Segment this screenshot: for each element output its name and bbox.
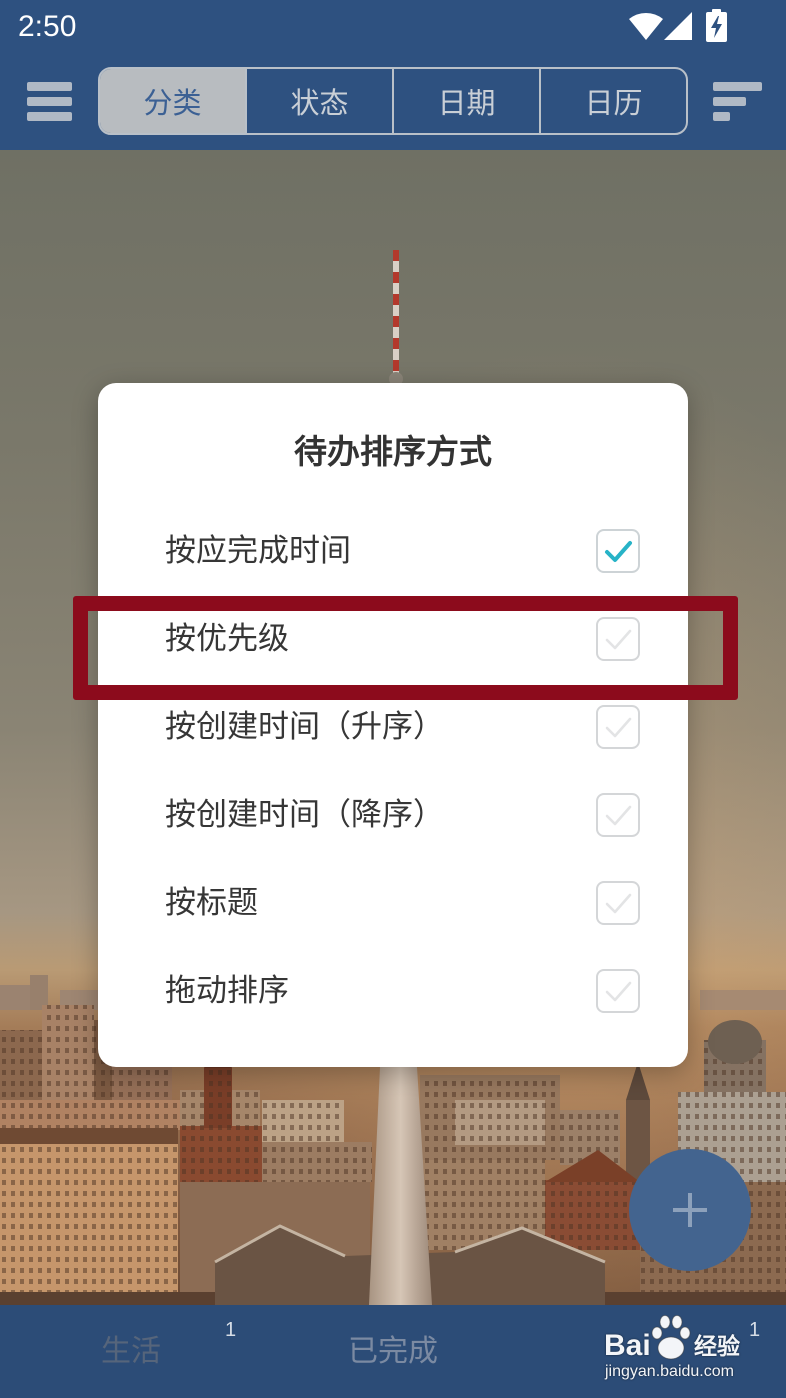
checkmark-icon	[605, 981, 632, 1002]
checkmark-icon	[605, 541, 632, 562]
building-windows	[42, 1005, 94, 1100]
sort-option-due-time[interactable]: 按应完成时间	[98, 507, 688, 595]
tab-status[interactable]: 状态	[245, 69, 392, 133]
sort-option-created-desc[interactable]: 按创建时间（降序）	[98, 771, 688, 859]
building-windows	[262, 1100, 344, 1142]
option-label: 按应完成时间	[165, 533, 351, 569]
watermark-url: jingyan.baidu.com	[605, 1363, 734, 1380]
building	[30, 975, 48, 1010]
bottom-tab-life[interactable]: 生活 1	[0, 1305, 262, 1398]
icon-bar	[27, 82, 72, 91]
paw-icon	[651, 1315, 691, 1360]
tab-label: 已完成	[348, 1334, 438, 1369]
sort-option-drag[interactable]: 拖动排序	[98, 947, 688, 1035]
dialog-title: 待办排序方式	[294, 432, 492, 471]
checkmark-icon	[605, 805, 632, 826]
tab-calendar[interactable]: 日历	[539, 69, 686, 133]
battery-charging-icon	[706, 9, 727, 42]
cell-signal-icon	[664, 12, 692, 40]
building-windows	[204, 1068, 232, 1128]
tab-date[interactable]: 日期	[392, 69, 539, 133]
tab-label: 生活	[101, 1334, 161, 1369]
tv-tower-antenna	[393, 250, 399, 378]
option-label: 拖动排序	[165, 973, 289, 1009]
building-windows	[0, 1100, 180, 1130]
plus-icon-bar	[688, 1193, 692, 1227]
watermark-brand-cn: 经验	[694, 1334, 740, 1360]
icon-bar	[713, 112, 730, 121]
checkbox[interactable]	[596, 793, 640, 837]
sort-option-title[interactable]: 按标题	[98, 859, 688, 947]
tab-badge: 1	[225, 1319, 237, 1341]
app-bar: 2:50 分类 状态 日期 日历	[0, 0, 786, 150]
option-label: 按标题	[165, 885, 258, 921]
building	[0, 1128, 178, 1144]
icon-bar	[27, 97, 72, 106]
building	[700, 990, 786, 1010]
building-windows	[0, 1144, 178, 1294]
cathedral-dome	[708, 1020, 762, 1064]
status-time: 2:50	[18, 10, 77, 43]
building-windows	[180, 1126, 262, 1182]
checkbox[interactable]	[596, 529, 640, 573]
building-windows	[545, 1180, 640, 1250]
bottom-tab-completed[interactable]: 已完成	[262, 1305, 524, 1398]
building-windows	[0, 1030, 42, 1110]
checkmark-icon	[605, 893, 632, 914]
wifi-icon	[629, 12, 663, 41]
view-segmented-control: 分类 状态 日期 日历	[98, 67, 688, 135]
tab-category[interactable]: 分类	[100, 69, 245, 133]
checkmark-icon	[605, 717, 632, 738]
annotation-highlight-box	[73, 596, 738, 700]
checkbox[interactable]	[596, 705, 640, 749]
checkbox[interactable]	[596, 881, 640, 925]
icon-bar	[713, 82, 762, 91]
plus-icon	[673, 1193, 707, 1227]
add-todo-button[interactable]	[629, 1149, 751, 1271]
sort-dialog: 待办排序方式 按应完成时间 按优先级 按创建时间（升序） 按创建时间（降序） 按…	[98, 383, 688, 1067]
watermark-brand: Bai	[604, 1329, 651, 1362]
tab-badge: 1	[749, 1319, 761, 1341]
sort-button[interactable]	[713, 82, 762, 121]
option-label: 按创建时间（降序）	[165, 797, 444, 833]
building-windows	[262, 1142, 372, 1182]
building	[0, 985, 30, 1010]
menu-button[interactable]	[27, 82, 72, 121]
icon-bar	[713, 97, 746, 106]
building-windows	[455, 1100, 545, 1145]
checkbox[interactable]	[596, 969, 640, 1013]
icon-bar	[27, 112, 72, 121]
baidu-jingyan-watermark: Bai 经验 jingyan.baidu.com	[600, 1312, 750, 1392]
